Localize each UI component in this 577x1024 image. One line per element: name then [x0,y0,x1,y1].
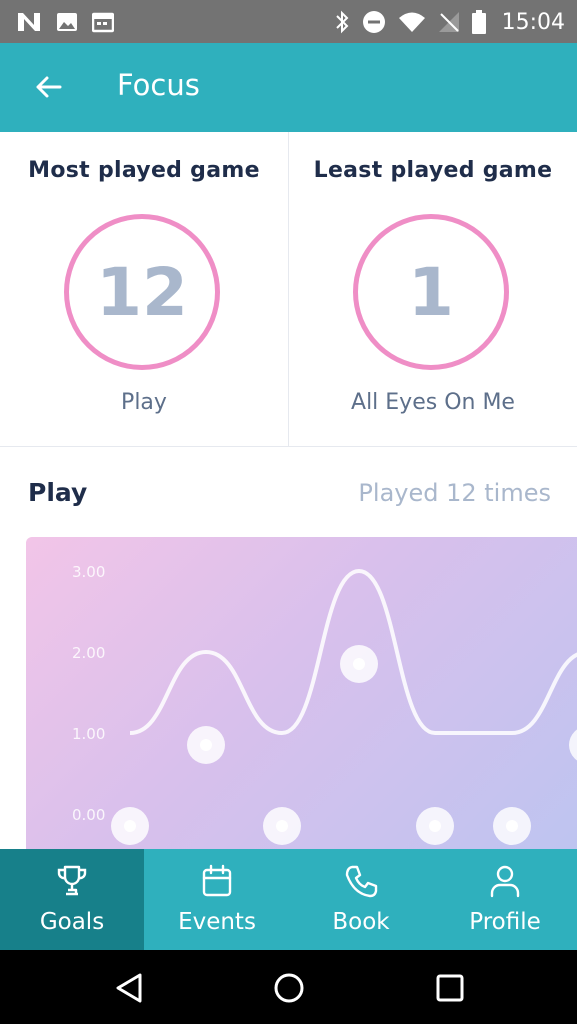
data-point [416,807,454,845]
status-bar: 15:04 [0,0,577,43]
chart-svg: 0.00 1.00 2.00 3.00 [72,563,577,845]
recents-square-icon[interactable] [432,970,468,1006]
tab-events-label: Events [178,909,256,935]
clock: 15:04 [501,9,565,35]
bottom-tab-bar: Goals Events Book Profile [0,849,577,950]
tab-book[interactable]: Book [289,849,433,950]
app-bar: Focus [0,43,577,132]
data-point [187,726,225,764]
phone-icon [345,865,378,898]
y-tick-label: 0.00 [72,806,105,824]
image-icon [57,13,77,31]
home-circle-icon[interactable] [271,970,307,1006]
no-signal-icon [438,12,459,32]
tab-profile-label: Profile [469,909,541,935]
most-played-card: Most played game 12 Play [0,132,289,446]
page-title: Focus [117,68,200,102]
y-tick-label: 2.00 [72,644,105,662]
y-tick-label: 3.00 [72,563,105,581]
tab-events[interactable]: Events [145,849,289,950]
bluetooth-icon [335,10,349,34]
most-played-ring: 12 [64,214,220,370]
tab-goals-label: Goals [39,909,105,935]
y-tick-label: 1.00 [72,725,105,743]
data-point [263,807,301,845]
tab-book-label: Book [332,909,390,935]
data-point [493,807,531,845]
section-subtitle: Played 12 times [358,479,551,507]
section-title: Play [28,478,88,507]
n-logo-icon [18,13,40,31]
system-nav-bar [0,950,577,1024]
stats-panel: Most played game 12 Play Least played ga… [0,132,577,447]
least-played-count: 1 [408,253,454,331]
tab-profile[interactable]: Profile [433,849,577,950]
most-played-count: 12 [96,253,188,331]
do-not-disturb-icon [362,11,385,33]
back-arrow-icon[interactable] [32,71,64,103]
least-played-name: All Eyes On Me [351,390,515,415]
data-point [340,645,378,683]
battery-icon [471,10,486,34]
notification-icons [16,8,114,36]
least-played-ring: 1 [353,214,509,370]
most-played-name: Play [121,390,167,415]
most-played-heading: Most played game [28,158,260,183]
tab-goals[interactable]: Goals [0,849,144,950]
calendar-notification-icon [92,12,114,33]
data-point [569,729,577,761]
least-played-card: Least played game 1 All Eyes On Me [289,132,577,446]
person-icon [490,865,520,898]
trophy-icon [57,865,87,896]
play-chart: 0.00 1.00 2.00 3.00 [26,537,577,849]
data-point [111,807,149,845]
system-icons: 15:04 [334,8,565,36]
wifi-icon [398,12,425,32]
least-played-heading: Least played game [313,158,553,183]
back-triangle-icon[interactable] [112,970,148,1006]
calendar-icon [202,864,232,897]
